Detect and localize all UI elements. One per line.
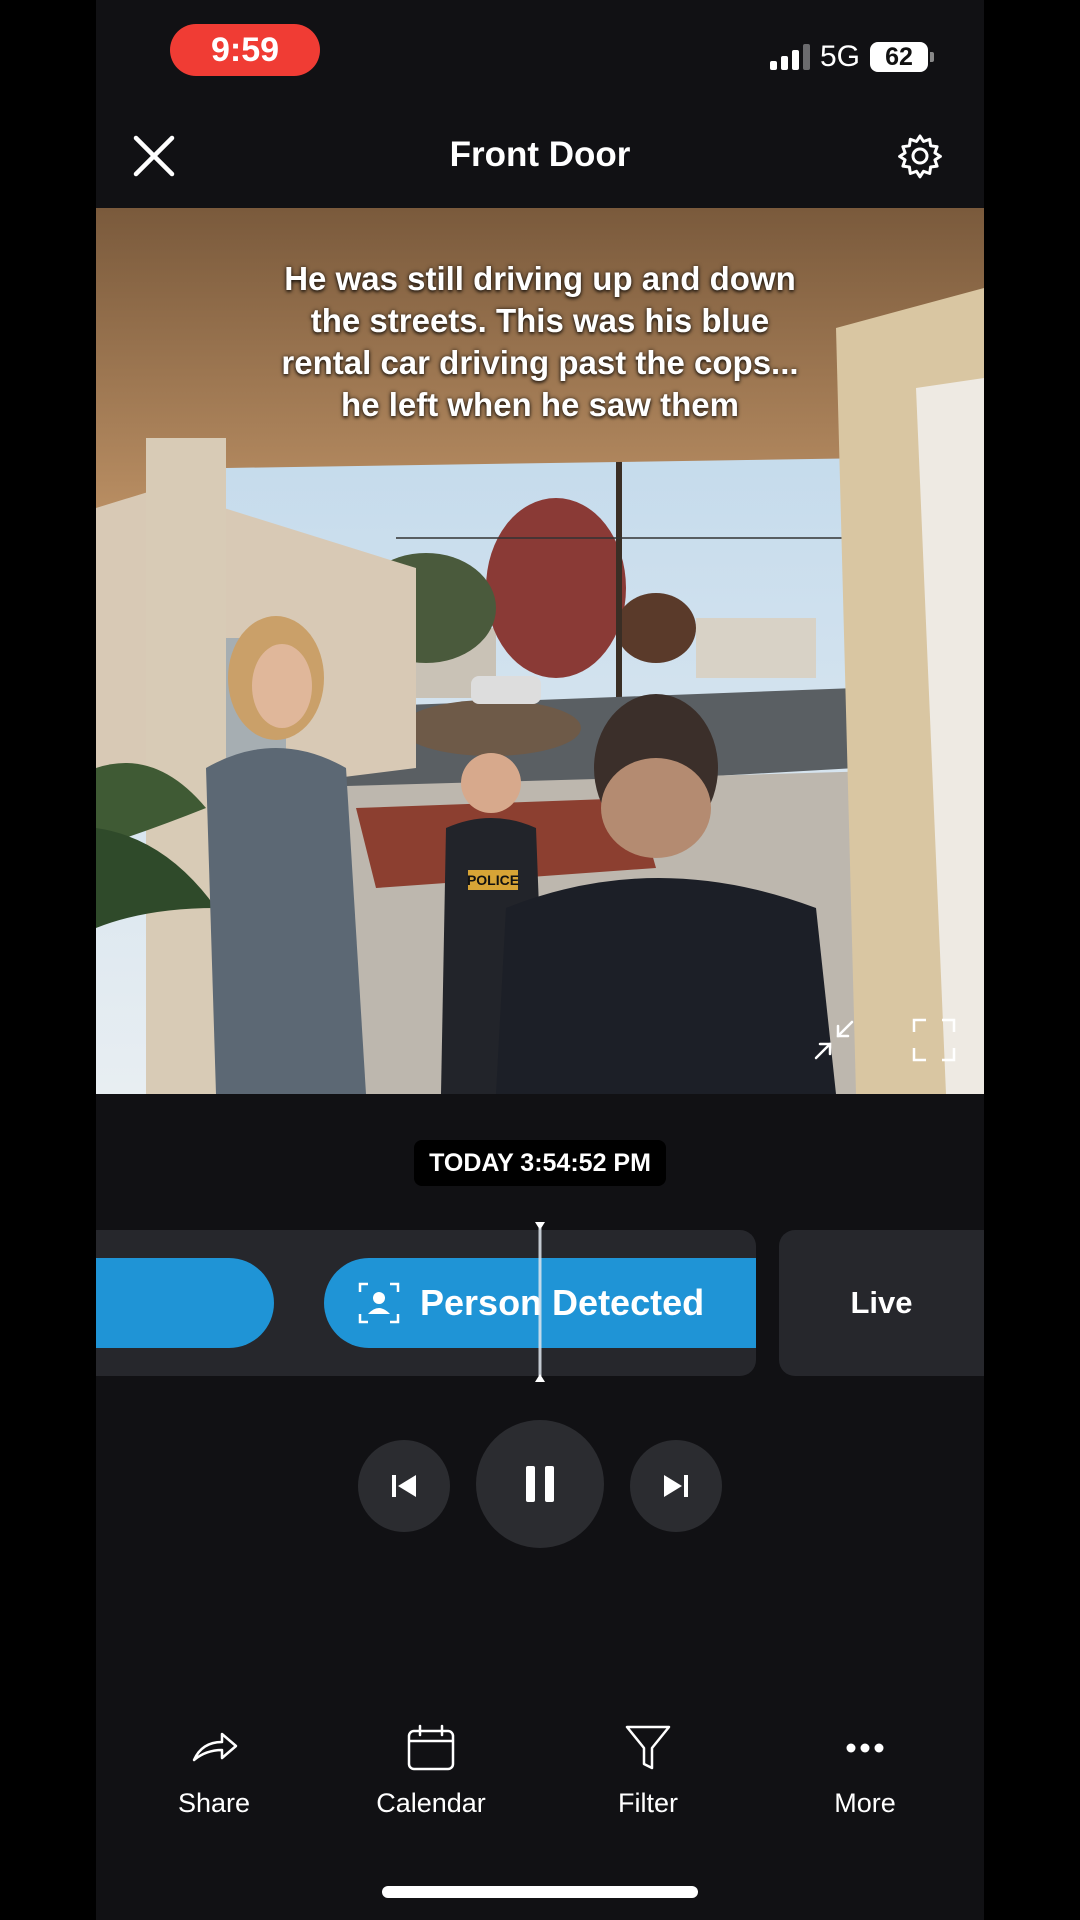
skip-next-button[interactable]	[630, 1440, 722, 1532]
live-button[interactable]: Live	[779, 1230, 984, 1376]
network-type: 5G	[819, 40, 860, 73]
caption-line: rental car driving past the cops...	[281, 344, 799, 381]
battery-level: 62	[885, 42, 913, 71]
person-detected-icon	[358, 1282, 400, 1324]
caption-line: He was still driving up and down	[284, 260, 796, 297]
calendar-icon	[407, 1724, 455, 1771]
status-indicators: 5G 62	[769, 40, 934, 74]
skip-previous-icon	[392, 1475, 416, 1497]
calendar-label: Calendar	[376, 1788, 486, 1818]
status-time: 9:59	[170, 24, 320, 76]
timestamp-label: TODAY 3:54:52 PM	[414, 1140, 666, 1186]
fullscreen-button[interactable]	[910, 1016, 958, 1064]
settings-button[interactable]	[896, 132, 944, 180]
skip-next-icon	[664, 1475, 688, 1497]
skip-previous-button[interactable]	[358, 1440, 450, 1532]
calendar-button[interactable]: Calendar	[346, 1722, 516, 1819]
share-icon	[192, 1732, 238, 1762]
pause-button[interactable]	[476, 1420, 604, 1548]
app-screen: 9:59 5G 62 Front Door POLICE He was stil…	[96, 0, 984, 1920]
cellular-signal-icon	[769, 44, 810, 70]
timeline-scrubber[interactable]	[534, 1222, 546, 1382]
event-pill-previous[interactable]	[96, 1258, 274, 1348]
video-caption: He was still driving up and down the str…	[240, 258, 840, 426]
caption-line: he left when he saw them	[341, 386, 739, 423]
event-timeline[interactable]: Person Detected	[96, 1230, 756, 1376]
caption-line: the streets. This was his blue	[310, 302, 770, 339]
fullscreen-corners-icon	[912, 1018, 956, 1062]
battery-icon: 62	[870, 42, 934, 72]
video-player[interactable]: POLICE He was still driving up and down …	[96, 208, 984, 1094]
share-label: Share	[177, 1788, 251, 1818]
pause-icon	[526, 1466, 554, 1502]
share-button[interactable]: Share	[129, 1722, 299, 1819]
page-title: Front Door	[449, 135, 631, 174]
filter-icon	[625, 1725, 671, 1770]
home-indicator[interactable]	[382, 1886, 698, 1898]
more-label: More	[834, 1788, 896, 1818]
filter-button[interactable]: Filter	[563, 1722, 733, 1819]
police-badge-text: POLICE	[467, 872, 519, 888]
more-button[interactable]: More	[780, 1722, 950, 1819]
more-dots-icon	[846, 1743, 884, 1753]
filter-label: Filter	[618, 1788, 678, 1818]
event-label: Person Detected	[420, 1282, 705, 1323]
gear-icon	[898, 134, 942, 179]
minimize-button[interactable]	[810, 1016, 858, 1064]
minimize-arrows-icon	[814, 1020, 854, 1060]
